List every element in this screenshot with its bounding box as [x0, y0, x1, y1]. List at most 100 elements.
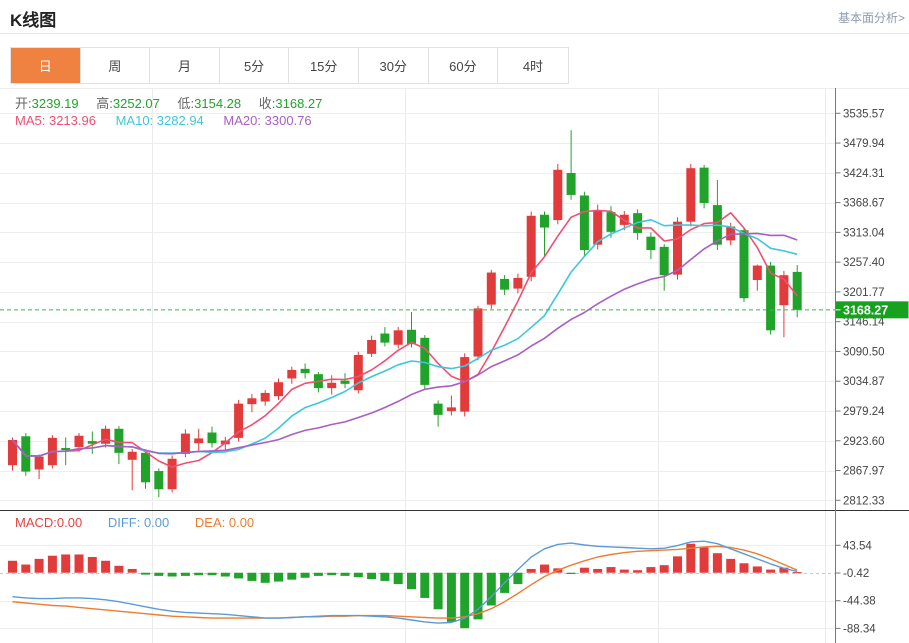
candle-body	[154, 471, 163, 489]
macd-bar	[341, 573, 350, 576]
macd-bar	[327, 573, 336, 576]
candle-body	[101, 429, 110, 444]
candle-body	[261, 393, 270, 402]
macd-bar	[141, 573, 150, 575]
diff-line	[13, 541, 798, 623]
candle-body	[646, 237, 655, 250]
macd-tick-label: 43.54	[843, 540, 872, 552]
macd-tick-label: -44.38	[843, 596, 876, 608]
macd-bar	[753, 566, 762, 572]
macd-bar	[301, 573, 310, 578]
candle-body	[686, 168, 695, 222]
ma5-readout: MA5: 3213.96	[15, 113, 96, 128]
candle-body	[341, 381, 350, 384]
macd-bar	[793, 572, 802, 573]
macd-bar	[513, 573, 522, 584]
candle-body	[168, 459, 177, 490]
high-label: 高:	[96, 96, 113, 111]
macd-bar	[660, 565, 669, 573]
macd-bar	[394, 573, 403, 584]
macd-bar	[208, 573, 217, 576]
macd-bar	[593, 569, 602, 573]
macd-bar	[354, 573, 363, 577]
candle-body	[540, 215, 549, 228]
candle-body	[75, 436, 84, 447]
macd-bar	[447, 573, 456, 622]
candle-body	[607, 212, 616, 232]
candle-body	[447, 407, 456, 411]
price-tick-label: 3313.04	[843, 227, 885, 239]
current-price-text: 3168.27	[843, 303, 888, 317]
candle-body	[287, 370, 296, 379]
candle-body	[141, 453, 150, 482]
candle-body	[274, 382, 283, 396]
price-tick-label: 3535.57	[843, 108, 885, 120]
macd-bar	[221, 573, 230, 577]
candle-body	[21, 436, 30, 471]
macd-bar	[380, 573, 389, 581]
macd-bar	[114, 566, 123, 573]
macd-bar	[61, 554, 70, 572]
candle-body	[700, 168, 709, 203]
macd-bar	[567, 573, 576, 574]
macd-tick-label: -0.42	[843, 568, 869, 580]
macd-value: MACD:0.00	[15, 515, 82, 530]
candle-body	[660, 247, 669, 275]
macd-bar	[633, 570, 642, 573]
candle-body	[301, 369, 310, 373]
macd-bar	[766, 570, 775, 573]
macd-tick-label: -88.34	[843, 623, 876, 635]
candle-body	[128, 452, 137, 460]
macd-bar	[194, 573, 203, 576]
macd-bar	[247, 573, 256, 581]
candle-body	[527, 216, 536, 277]
macd-bar	[88, 557, 97, 573]
open-value: 3239.19	[32, 96, 79, 111]
candle-body	[487, 273, 496, 305]
macd-bar	[367, 573, 376, 579]
macd-bar	[580, 568, 589, 573]
price-tick-label: 2923.60	[843, 436, 885, 448]
price-tick-label: 3090.50	[843, 346, 885, 358]
macd-bar	[21, 565, 30, 573]
macd-bar	[527, 569, 536, 573]
macd-bar	[420, 573, 429, 598]
candle-body	[380, 334, 389, 343]
macd-bar	[314, 573, 323, 576]
low-label: 低:	[178, 96, 195, 111]
candle-body	[247, 398, 256, 404]
candle-body	[208, 433, 217, 444]
high-value: 3252.07	[113, 96, 160, 111]
ma20-readout: MA20: 3300.76	[223, 113, 311, 128]
macd-bar	[168, 573, 177, 577]
candle-body	[580, 195, 589, 250]
kline-page: K线图 基本面分析> 日周月5分15分30分60分4时 3535.573479.…	[0, 0, 909, 643]
macd-bar	[713, 553, 722, 573]
macd-bar	[48, 556, 57, 573]
price-tick-label: 3424.31	[843, 168, 885, 180]
macd-bar	[700, 548, 709, 573]
price-tick-label: 3368.67	[843, 198, 885, 210]
macd-bar	[620, 570, 629, 573]
macd-bar	[407, 573, 416, 589]
close-value: 3168.27	[275, 96, 322, 111]
candle-body	[740, 230, 749, 298]
macd-bar	[261, 573, 270, 583]
ohlc-readout: 开:3239.19 高:3252.07 低:3154.28 收:3168.27	[15, 93, 336, 112]
candle-body	[434, 404, 443, 415]
candle-body	[553, 170, 562, 220]
candle-body	[394, 330, 403, 344]
price-tick-label: 3201.77	[843, 287, 885, 299]
candle-body	[513, 278, 522, 289]
macd-bar	[434, 573, 443, 610]
macd-bar	[673, 556, 682, 572]
price-tick-label: 2867.97	[843, 466, 885, 478]
dea-value: DEA: 0.00	[195, 515, 254, 530]
macd-bar	[101, 561, 110, 573]
macd-bar	[35, 559, 44, 573]
price-tick-label: 3479.94	[843, 138, 885, 150]
candle-body	[194, 438, 203, 443]
ma-readout: MA5: 3213.96 MA10: 3282.94 MA20: 3300.76	[15, 113, 312, 128]
macd-bar	[8, 561, 17, 573]
open-label: 开:	[15, 96, 32, 111]
